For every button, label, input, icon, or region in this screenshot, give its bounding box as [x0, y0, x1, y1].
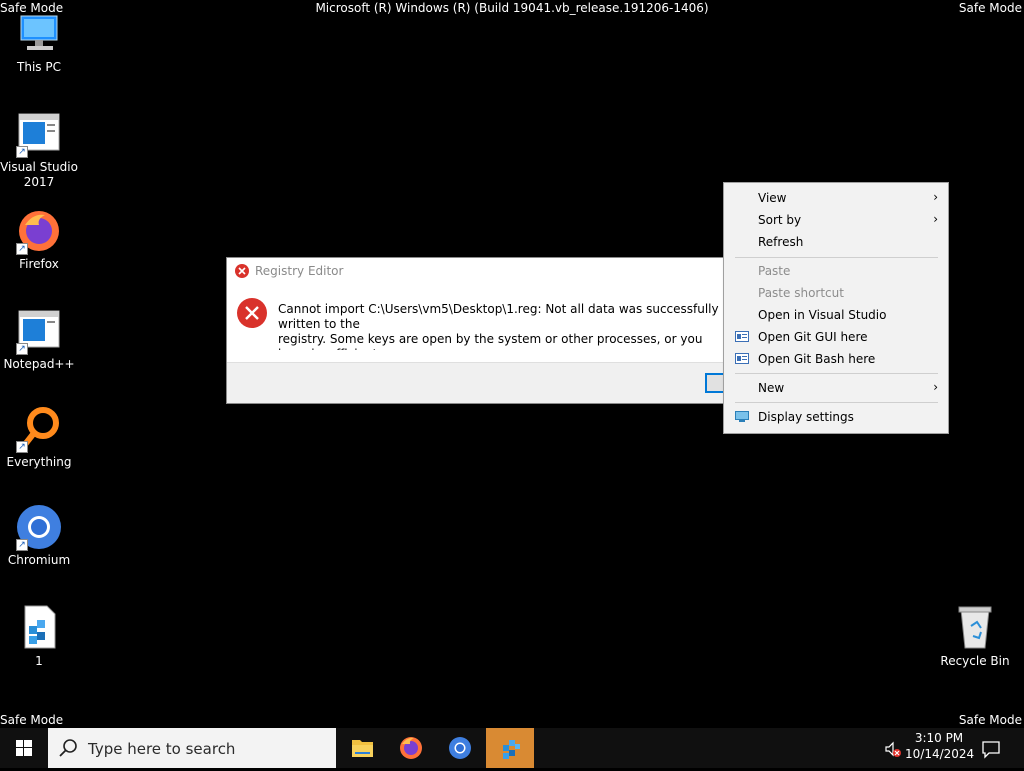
desktop-icon-label: 1: [35, 654, 43, 668]
taskbar-app-registry-editor[interactable]: [486, 728, 534, 768]
desktop-icon-label: Visual Studio 2017: [0, 160, 78, 189]
menu-item-label: Open in Visual Studio: [758, 308, 887, 322]
desktop-context-menu: View › Sort by › Refresh Paste Paste sho…: [723, 182, 949, 434]
taskbar-search-box[interactable]: Type here to search: [48, 728, 336, 768]
safe-mode-label-bottom-right: Safe Mode: [958, 713, 1022, 727]
shortcut-arrow-icon: ↗: [16, 343, 28, 355]
menu-item-label: Open Git GUI here: [758, 330, 868, 344]
shortcut-arrow-icon: ↗: [16, 539, 28, 551]
menu-item-label: View: [758, 191, 787, 205]
chevron-right-icon: ›: [933, 190, 938, 204]
visual-studio-icon: ↗: [15, 110, 63, 158]
chromium-icon: [449, 737, 471, 759]
registry-editor-dialog: Registry Editor Cannot import C:\Users\v…: [226, 257, 775, 404]
search-icon: [59, 739, 77, 757]
desktop-icon-firefox[interactable]: ↗ Firefox: [0, 207, 78, 272]
notepad-plus-plus-icon: ↗: [15, 307, 63, 355]
desktop-icon-label: This PC: [17, 60, 61, 74]
desktop-icon-label: Firefox: [19, 257, 59, 271]
taskbar-app-chromium[interactable]: [436, 728, 484, 768]
taskbar-app-firefox[interactable]: [387, 728, 435, 768]
menu-item-paste: Paste: [724, 260, 948, 282]
menu-item-open-git-bash[interactable]: Open Git Bash here: [724, 348, 948, 370]
menu-item-label: Paste: [758, 264, 791, 278]
dialog-footer: OK: [227, 362, 775, 403]
menu-item-label: Refresh: [758, 235, 804, 249]
computer-icon: [15, 10, 63, 58]
action-center-icon[interactable]: [980, 738, 1002, 760]
display-icon: [735, 411, 749, 422]
desktop-icon-this-pc[interactable]: This PC: [0, 10, 78, 75]
menu-item-new[interactable]: New ›: [724, 377, 948, 399]
windows-build-label: Microsoft (R) Windows (R) (Build 19041.v…: [315, 1, 709, 15]
clock-date: 10/14/2024: [905, 747, 975, 761]
error-icon: [235, 264, 249, 278]
menu-separator: [735, 257, 938, 258]
taskbar-app-file-explorer[interactable]: [338, 728, 386, 768]
menu-item-label: Open Git Bash here: [758, 352, 876, 366]
desktop-icon-label: Everything: [6, 455, 72, 469]
desktop-icon-label: Chromium: [7, 553, 71, 567]
menu-item-open-in-visual-studio[interactable]: Open in Visual Studio: [724, 304, 948, 326]
chevron-right-icon: ›: [933, 212, 938, 226]
error-icon: [237, 298, 267, 328]
search-loupe-icon: ↗: [15, 405, 63, 453]
menu-separator: [735, 373, 938, 374]
dialog-titlebar[interactable]: Registry Editor: [227, 258, 727, 284]
desktop-icon-label: Notepad++: [3, 357, 75, 371]
windows-logo-icon: [16, 740, 32, 756]
desktop-icon-registry-file[interactable]: 1: [0, 604, 78, 669]
volume-muted-icon[interactable]: [884, 740, 902, 758]
desktop-icon-chromium[interactable]: ↗ Chromium: [0, 503, 78, 568]
shortcut-arrow-icon: ↗: [16, 243, 28, 255]
chromium-icon: ↗: [15, 503, 63, 551]
menu-item-open-git-gui[interactable]: Open Git GUI here: [724, 326, 948, 348]
menu-item-label: Display settings: [758, 410, 854, 424]
menu-item-sort-by[interactable]: Sort by ›: [724, 209, 948, 231]
firefox-icon: [400, 737, 422, 759]
taskbar-clock[interactable]: 3:10 PM 10/14/2024: [905, 730, 975, 762]
clock-time: 3:10 PM: [914, 731, 964, 745]
start-button[interactable]: [0, 728, 48, 768]
menu-item-view[interactable]: View ›: [724, 187, 948, 209]
menu-item-paste-shortcut: Paste shortcut: [724, 282, 948, 304]
desktop-icon-recycle-bin[interactable]: Recycle Bin: [936, 604, 1014, 669]
recycle-bin-icon: [951, 604, 999, 652]
registry-file-icon: [15, 604, 63, 652]
menu-item-refresh[interactable]: Refresh: [724, 231, 948, 253]
menu-separator: [735, 402, 938, 403]
desktop-icon-label: Recycle Bin: [940, 654, 1010, 668]
shortcut-arrow-icon: ↗: [16, 146, 28, 158]
search-placeholder: Type here to search: [88, 740, 236, 758]
menu-item-label: Paste shortcut: [758, 286, 844, 300]
menu-item-label: New: [758, 381, 785, 395]
git-gui-icon: [735, 331, 749, 342]
folder-icon: [352, 740, 373, 757]
desktop-icon-visual-studio[interactable]: ↗ Visual Studio 2017: [0, 110, 78, 190]
taskbar: Type here to search 3:10 PM 10/14/2024: [0, 728, 1024, 768]
firefox-icon: ↗: [15, 207, 63, 255]
desktop-icon-notepad-plus-plus[interactable]: ↗ Notepad++: [0, 307, 78, 372]
shortcut-arrow-icon: ↗: [16, 441, 28, 453]
safe-mode-label-top-right: Safe Mode: [958, 1, 1022, 15]
menu-item-label: Sort by: [758, 213, 802, 227]
desktop-icon-everything[interactable]: ↗ Everything: [0, 405, 78, 470]
registry-editor-icon: [503, 740, 520, 759]
menu-item-display-settings[interactable]: Display settings: [724, 406, 948, 428]
dialog-title: Registry Editor: [255, 264, 344, 278]
git-bash-icon: [735, 353, 749, 364]
chevron-right-icon: ›: [933, 380, 938, 394]
dialog-message: Cannot import C:\Users\vm5\Desktop\1.reg…: [278, 302, 719, 350]
safe-mode-label-bottom-left: Safe Mode: [0, 713, 64, 727]
